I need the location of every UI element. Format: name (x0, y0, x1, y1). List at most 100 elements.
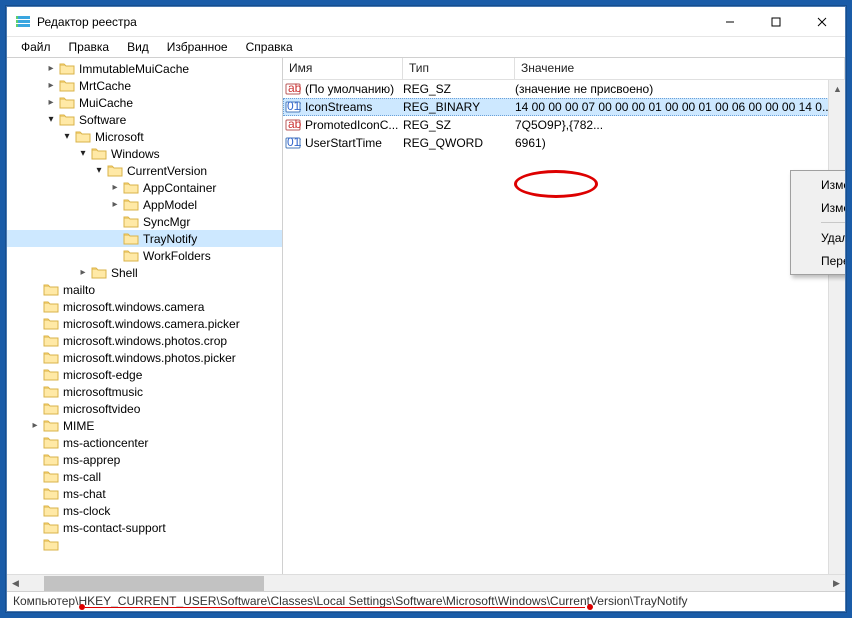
chevron-right-icon[interactable]: ▸ (45, 97, 57, 109)
ctx-delete[interactable]: Удалить (793, 226, 845, 249)
col-value[interactable]: Значение (515, 58, 845, 79)
scroll-right-icon[interactable]: ▶ (828, 575, 845, 592)
tree-item[interactable]: ▸ MuiCache (7, 94, 282, 111)
app-window: Редактор реестра Файл Правка Вид Избранн… (6, 6, 846, 612)
minimize-button[interactable] (707, 7, 753, 36)
menu-view[interactable]: Вид (119, 38, 157, 56)
tree-label: MrtCache (79, 79, 131, 93)
chevron-right-icon[interactable]: ▸ (45, 63, 57, 75)
close-button[interactable] (799, 7, 845, 36)
scrollbar-horizontal[interactable]: ◀ ▶ (7, 574, 845, 591)
tree-item[interactable]: ms-contact-support (7, 519, 282, 536)
ctx-separator (821, 222, 845, 223)
chevron-down-icon[interactable]: ▾ (61, 131, 73, 143)
tree-label: MuiCache (79, 96, 133, 110)
tree-item[interactable]: ▸ImmutableMuiCache (7, 60, 282, 77)
value-icon: 011 (285, 135, 301, 151)
chevron-down-icon[interactable]: ▾ (93, 165, 105, 177)
value-icon: ab (285, 117, 301, 133)
list-row[interactable]: 011UserStartTimeREG_QWORD6961) (283, 134, 845, 152)
scroll-left-icon[interactable]: ◀ (7, 575, 24, 592)
col-name[interactable]: Имя (283, 58, 403, 79)
tree-label: microsoft.windows.camera (63, 300, 204, 314)
folder-icon (59, 113, 75, 127)
tree-item[interactable]: microsoft.windows.photos.picker (7, 349, 282, 366)
tree-item[interactable]: ms-actioncenter (7, 434, 282, 451)
tree-item[interactable]: microsoft.windows.camera.picker (7, 315, 282, 332)
tree-label: Windows (111, 147, 160, 161)
tree-item[interactable]: SyncMgr (7, 213, 282, 230)
tree-label: ms-clock (63, 504, 110, 518)
tree-pane[interactable]: ▸ImmutableMuiCache▸MrtCache▸MuiCache▾Sof… (7, 58, 283, 574)
value-data: (значение не присвоено) (515, 82, 845, 96)
tree-item[interactable]: ▾CurrentVersion (7, 162, 282, 179)
value-data: 14 00 00 00 07 00 00 00 01 00 00 01 00 0… (515, 100, 845, 114)
column-headers[interactable]: Имя Тип Значение (283, 58, 845, 80)
tree-item[interactable] (7, 536, 282, 553)
chevron-right-icon[interactable]: ▸ (109, 199, 121, 211)
chevron-right-icon[interactable]: ▸ (45, 80, 57, 92)
folder-icon (43, 436, 59, 450)
col-type[interactable]: Тип (403, 58, 515, 79)
tree-label: microsoft.windows.camera.picker (63, 317, 240, 331)
tree-item[interactable]: ▸AppContainer (7, 179, 282, 196)
chevron-down-icon[interactable]: ▾ (45, 114, 57, 126)
ctx-modify-binary[interactable]: Изменить двоичные данные... (793, 196, 845, 219)
folder-icon (123, 249, 139, 263)
ctx-modify[interactable]: Изменить... (793, 173, 845, 196)
scrollbar-vertical[interactable]: ▲ (828, 80, 845, 574)
svg-text:011: 011 (287, 99, 301, 113)
svg-text:011: 011 (287, 135, 301, 149)
scroll-up-icon[interactable]: ▲ (829, 80, 845, 97)
menu-file[interactable]: Файл (13, 38, 59, 56)
tree-item[interactable]: ▾ Windows (7, 145, 282, 162)
tree-item[interactable]: mailto (7, 281, 282, 298)
tree-item[interactable]: ▾Microsoft (7, 128, 282, 145)
tree-item[interactable]: microsoft-edge (7, 366, 282, 383)
tree-item[interactable]: TrayNotify (7, 230, 282, 247)
tree-item[interactable]: ▸AppModel (7, 196, 282, 213)
folder-icon (43, 351, 59, 365)
chevron-right-icon[interactable]: ▸ (29, 420, 41, 432)
tree-item[interactable]: ▸ MrtCache (7, 77, 282, 94)
tree-label: microsoft.windows.photos.picker (63, 351, 236, 365)
list-row[interactable]: abPromotedIconC...REG_SZ7Q5O9P},{782... (283, 116, 845, 134)
value-type: REG_BINARY (403, 100, 515, 114)
tree-item[interactable]: ms-apprep (7, 451, 282, 468)
tree-item[interactable]: ▸MIME (7, 417, 282, 434)
menu-edit[interactable]: Правка (61, 38, 118, 56)
value-icon: 011 (285, 99, 301, 115)
menu-help[interactable]: Справка (238, 38, 301, 56)
tree-item[interactable]: microsoftvideo (7, 400, 282, 417)
folder-icon (43, 538, 59, 552)
maximize-button[interactable] (753, 7, 799, 36)
tree-item[interactable]: microsoft.windows.photos.crop (7, 332, 282, 349)
folder-icon (59, 96, 75, 110)
tree-item[interactable]: ▾Software (7, 111, 282, 128)
titlebar[interactable]: Редактор реестра (7, 7, 845, 37)
menu-favorites[interactable]: Избранное (159, 38, 236, 56)
tree-label: microsoftmusic (63, 385, 143, 399)
tree-item[interactable]: microsoft.windows.camera (7, 298, 282, 315)
tree-item[interactable]: ▸ Shell (7, 264, 282, 281)
folder-icon (75, 130, 91, 144)
tree-item[interactable]: ms-call (7, 468, 282, 485)
tree-label: ms-call (63, 470, 101, 484)
chevron-right-icon[interactable]: ▸ (77, 267, 89, 279)
tree-label: microsoftvideo (63, 402, 140, 416)
ctx-rename[interactable]: Переименовать (793, 249, 845, 272)
scroll-thumb[interactable] (44, 576, 264, 591)
tree-item[interactable]: WorkFolders (7, 247, 282, 264)
tree-item[interactable]: ms-chat (7, 485, 282, 502)
list-row[interactable]: 011IconStreamsREG_BINARY14 00 00 00 07 0… (283, 98, 845, 116)
folder-icon (43, 487, 59, 501)
svg-text:ab: ab (288, 117, 301, 131)
value-data: 7Q5O9P},{782... (515, 118, 845, 132)
chevron-right-icon[interactable]: ▸ (109, 182, 121, 194)
tree-label: Shell (111, 266, 138, 280)
tree-item[interactable]: microsoftmusic (7, 383, 282, 400)
list-row[interactable]: ab(По умолчанию)REG_SZ(значение не присв… (283, 80, 845, 98)
tree-item[interactable]: ms-clock (7, 502, 282, 519)
chevron-down-icon[interactable]: ▾ (77, 148, 89, 160)
list-pane[interactable]: Имя Тип Значение ab(По умолчанию)REG_SZ(… (283, 58, 845, 574)
